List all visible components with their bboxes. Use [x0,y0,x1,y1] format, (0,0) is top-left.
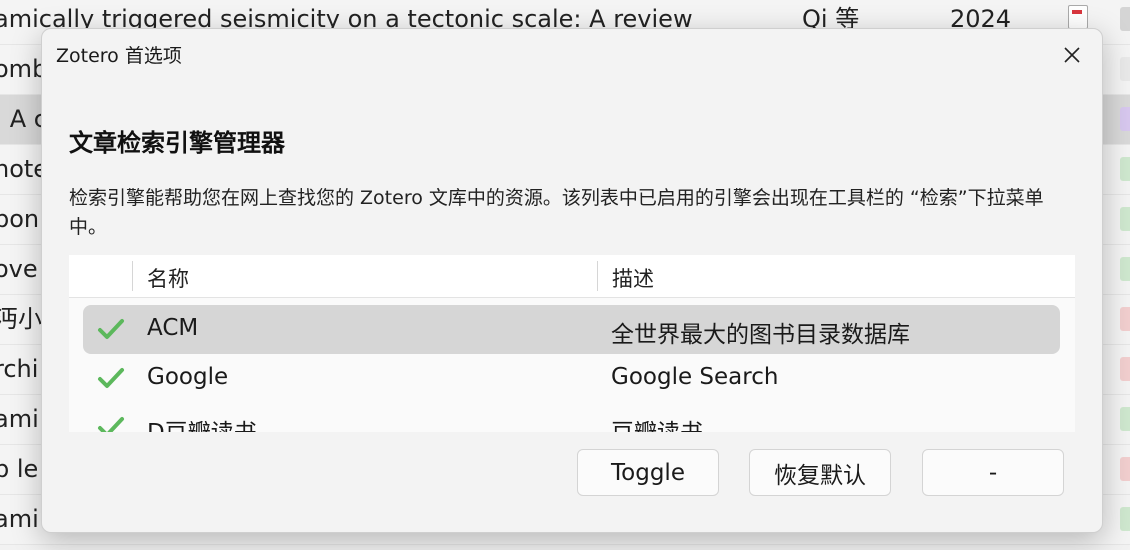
page-heading: 文章检索引擎管理器 [69,129,285,157]
item-tag-indicator [1120,507,1130,531]
item-tag-indicator [1120,157,1130,181]
item-title: p le [0,455,39,483]
remove-button[interactable]: - [922,449,1064,496]
check-icon[interactable] [97,415,125,432]
item-tag-indicator [1120,407,1130,431]
engines-table: 名称 描述 ACM 全世界最大的图书目录数据库 Google Google Se… [69,255,1075,432]
item-title: : A c [0,105,47,133]
item-tag-indicator [1120,357,1130,381]
item-tag-indicator [1120,257,1130,281]
dialog-title: Zotero 首选项 [56,45,182,67]
item-title: pon [0,205,40,233]
table-row[interactable]: D豆瓣读书 豆瓣读书 [83,403,1060,432]
engine-description: Google Search [611,364,779,390]
check-icon[interactable] [97,366,125,390]
engine-name: D豆瓣读书 [147,413,257,432]
preferences-dialog: Zotero 首选项 文章检索引擎管理器 检索引擎能帮助您在网上查找您的 Zot… [41,28,1103,533]
dialog-titlebar: Zotero 首选项 [42,29,1102,79]
check-icon[interactable] [97,317,125,341]
item-title: ami [0,405,39,433]
item-tag-indicator [1120,7,1130,31]
table-header: 名称 描述 [69,255,1075,298]
item-title: ami [0,505,39,533]
item-tag-indicator [1120,457,1130,481]
item-tag-indicator [1120,307,1130,331]
engine-description: 全世界最大的图书目录数据库 [611,322,910,348]
toggle-button[interactable]: Toggle [577,449,719,496]
engine-description: 豆瓣读书 [611,413,703,432]
column-header-name[interactable]: 名称 [147,263,189,293]
table-row[interactable]: Google Google Search [83,354,1060,403]
description-text: 检索引擎能帮助您在网上查找您的 Zotero 文库中的资源。该列表中已启用的引擎… [69,187,1044,238]
item-tag-indicator [1120,107,1130,131]
column-separator[interactable] [597,261,598,291]
engine-name: ACM [147,315,199,341]
item-title: rchi [0,355,39,383]
item-title: ove [0,255,38,283]
table-row[interactable]: ACM 全世界最大的图书目录数据库 [83,305,1060,354]
restore-defaults-button[interactable]: 恢复默认 [749,449,891,496]
pdf-attachment-icon[interactable] [1068,5,1088,29]
close-button[interactable] [1052,39,1092,71]
engine-name: Google [147,364,229,390]
close-icon [1064,47,1080,63]
item-tag-indicator [1120,57,1130,81]
column-separator[interactable] [132,261,133,291]
item-tag-indicator [1120,207,1130,231]
column-header-description[interactable]: 描述 [612,263,654,293]
